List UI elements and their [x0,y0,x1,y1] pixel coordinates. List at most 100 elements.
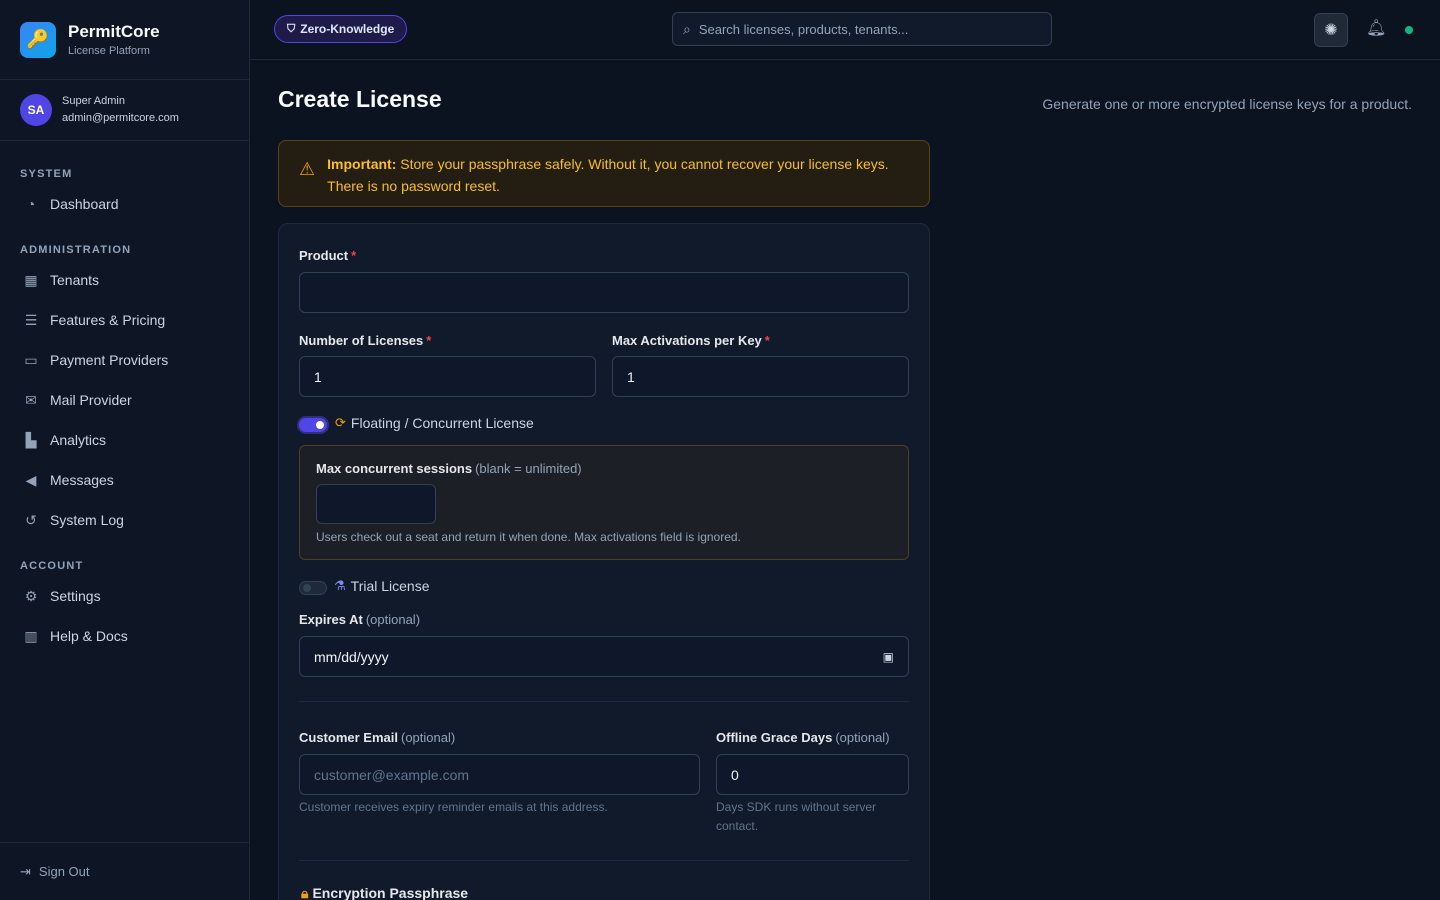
sidebar-item-label: Settings [50,588,101,604]
nav-section-administration: ADMINISTRATION [20,244,132,256]
sidebar-item-analytics[interactable]: ▙ Analytics [0,420,249,460]
max-activations-label-text: Max Activations per Key [612,333,762,348]
sidebar-item-settings[interactable]: ⚙ Settings [0,576,249,616]
num-licenses-label: Number of Licenses * [299,333,431,348]
search-input[interactable] [698,21,1041,37]
max-activations-input[interactable] [612,356,909,397]
max-sessions-hint: Users check out a seat and return it whe… [316,530,741,544]
customer-email-optional: (optional) [400,730,456,745]
sidebar-item-help-docs[interactable]: ▥ Help & Docs [0,616,249,656]
offline-grace-label: Offline Grace Days (optional) [716,730,890,745]
building-icon: ▦ [24,271,38,288]
history-icon: ↺ [25,511,37,528]
calendar-icon[interactable]: ▣ [883,650,894,664]
sidebar-item-system-log[interactable]: ↺ System Log [0,500,249,540]
sliders-icon: ☰ [24,311,38,328]
book-icon: ▥ [24,627,38,644]
sign-out-button[interactable]: ⇥ Sign Out [0,842,249,900]
sign-out-label: Sign Out [38,864,90,879]
gear-icon: ⚙ [24,587,38,604]
search-icon: ⌕ [683,20,691,37]
create-license-form: Product* Number of Licenses* Max Activat… [278,223,930,900]
expires-date-value: mm/dd/yyyy [314,648,389,665]
shield-icon: ⛉ [287,22,296,35]
warning-icon: ⚠ [299,159,316,179]
sidebar-item-label: Analytics [50,432,107,448]
sidebar-item-dashboard[interactable]: ◔ Dashboard [0,184,249,224]
status-indicator [1405,26,1413,34]
trial-license-toggle-label[interactable]: ⚗ Trial License [334,578,430,594]
sidebar-item-label: Features & Pricing [50,312,166,328]
envelope-icon: ✉ [25,391,37,408]
brand[interactable]: 🔑 PermitCore License Platform [0,0,249,80]
customer-email-label-text: Customer Email [299,730,398,745]
theme-toggle-button[interactable]: ✺ [1314,13,1348,47]
max-sessions-label: Max concurrent sessions (blank = unlimite… [316,461,582,476]
expires-optional: (optional) [365,612,421,627]
dashboard-icon: ◔ [26,196,36,212]
sidebar-item-label: Tenants [50,272,100,288]
section-divider [299,860,909,861]
num-licenses-input[interactable] [299,356,596,397]
max-sessions-input[interactable] [316,484,436,524]
megaphone-icon: ◀ [25,471,37,488]
search-box[interactable]: ⌕ [672,12,1052,46]
expires-label: Expires At (optional) [299,612,420,627]
max-sessions-label-text: Max concurrent sessions [316,461,473,476]
page-title: Create License [278,86,442,112]
sun-icon: ✺ [1324,22,1338,39]
user-email: admin@permitcore.com [62,112,179,124]
zero-knowledge-badge: ⛉ Zero-Knowledge [274,15,408,43]
refresh-icon: ⟳ [335,415,346,430]
customer-email-input[interactable] [299,754,700,795]
sidebar-item-label: System Log [50,512,124,528]
sign-out-icon: ⇥ [20,863,31,879]
page-description: Generate one or more encrypted license k… [1042,96,1412,112]
sidebar: 🔑 PermitCore License Platform SA Super A… [0,0,250,900]
offline-grace-optional: (optional) [835,730,890,745]
badge-label: Zero-Knowledge [300,22,395,36]
floating-license-toggle-label[interactable]: ⟳ Floating / Concurrent License [335,415,534,431]
passphrase-warning: ⚠ Important: Store your passphrase safel… [278,140,930,207]
product-label-text: Product [299,248,349,263]
sidebar-item-label: Payment Providers [50,352,169,368]
required-mark: * [764,333,770,348]
offline-grace-label-text: Offline Grace Days [716,730,833,745]
required-mark: * [351,248,357,263]
top-bar: ⛉ Zero-Knowledge ⌕ ✺ 🔔︎ [250,0,1440,60]
trial-license-toggle[interactable] [299,581,327,595]
product-label: Product * [299,248,356,263]
nav-section-system: SYSTEM [20,168,73,180]
sidebar-item-mail-provider[interactable]: ✉ Mail Provider [0,380,249,420]
passphrase-label-text: Encryption Passphrase [312,885,469,900]
customer-email-label: Customer Email (optional) [299,730,455,745]
sidebar-item-label: Dashboard [50,196,119,212]
trial-license-label-text: Trial License [350,578,430,594]
sidebar-item-payment-providers[interactable]: ▭ Payment Providers [0,340,249,380]
bell-icon[interactable]: 🔔︎ [1366,18,1386,38]
floating-license-settings: Max concurrent sessions (blank = unlimite… [299,445,909,560]
nav-section-account: ACCOUNT [20,560,84,572]
max-sessions-note: (blank = unlimited) [475,461,582,476]
passphrase-label: 🔒︎ Encryption Passphrase [301,885,468,900]
required-mark: * [426,333,432,348]
floating-license-label-text: Floating / Concurrent License [350,415,534,431]
chart-icon: ▙ [25,431,37,448]
product-select[interactable] [299,272,909,313]
alert-line2: There is no password reset. [327,178,500,194]
offline-grace-input[interactable] [716,754,909,795]
sidebar-item-features-pricing[interactable]: ☰ Features & Pricing [0,300,249,340]
sidebar-item-tenants[interactable]: ▦ Tenants [0,260,249,300]
user-profile[interactable]: SA Super Admin admin@permitcore.com [0,80,249,141]
credit-card-icon: ▭ [24,351,38,368]
max-activations-label: Max Activations per Key * [612,333,770,348]
num-licenses-label-text: Number of Licenses [299,333,424,348]
alert-line1: Store your passphrase safely. Without it… [400,156,889,172]
expires-date-input[interactable]: mm/dd/yyyy ▣ [299,636,909,677]
sidebar-item-messages[interactable]: ◀ Messages [0,460,249,500]
sidebar-item-label: Mail Provider [50,392,132,408]
offline-grace-hint: Days SDK runs without server contact. [716,798,876,836]
customer-email-hint: Customer receives expiry reminder emails… [299,800,608,814]
floating-license-toggle[interactable] [299,418,327,432]
sidebar-item-label: Messages [50,472,114,488]
